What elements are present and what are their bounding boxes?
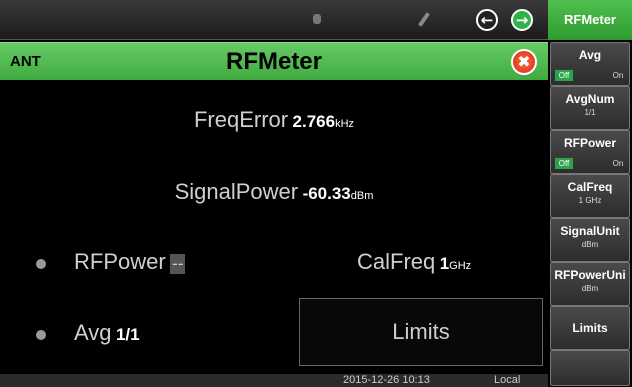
freq-error-row: FreqError 2.766kHz: [0, 107, 548, 133]
cal-freq-label: CalFreq: [357, 249, 436, 274]
measurement-panel: FreqError 2.766kHz SignalPower -60.33dBm…: [0, 80, 548, 374]
rf-power-label: RFPower: [74, 249, 166, 274]
calfreq-softkey[interactable]: CalFreq 1 GHz: [550, 174, 630, 218]
toggle-off: Off: [555, 70, 573, 81]
softkey-value: 1 GHz: [578, 196, 602, 205]
signal-power-value: -60.33: [302, 184, 351, 203]
control-mode: Local: [494, 374, 521, 386]
softkey-value: 1/1: [584, 108, 596, 117]
freq-error-value: 2.766: [292, 112, 336, 131]
softkey-value: dBm: [581, 284, 599, 293]
rfpower-toggle[interactable]: Off On: [555, 158, 627, 169]
pen-icon: [415, 11, 433, 29]
datetime: 2015-12-26 10:13: [343, 374, 430, 386]
avg-softkey[interactable]: Avg Off On: [550, 42, 630, 86]
cal-freq-row: CalFreq 1GHz: [357, 249, 471, 275]
usb-icon: [308, 11, 326, 29]
limits-softkey[interactable]: Limits: [550, 306, 630, 350]
avg-label: Avg: [74, 320, 112, 345]
softkey-label: SignalUnit: [560, 224, 620, 238]
forward-arrow-icon[interactable]: →: [511, 9, 533, 31]
rf-power-value: --: [170, 254, 186, 274]
cal-freq-unit: GHz: [449, 260, 472, 272]
rf-power-row: RFPower --: [74, 249, 186, 275]
freq-error-label: FreqError: [193, 107, 289, 132]
avg-toggle[interactable]: Off On: [555, 70, 627, 81]
menu-title: RFMeter: [548, 0, 632, 40]
softkey-label: RFPowerUni: [554, 268, 626, 282]
toggle-on: On: [612, 159, 624, 168]
softkey-label: AvgNum: [565, 92, 615, 106]
page-title: RFMeter: [225, 48, 322, 75]
rfpower-softkey[interactable]: RFPower Off On: [550, 130, 630, 174]
softkey-label: Limits: [572, 321, 608, 335]
softkey-menu: RFMeter Avg Off On AvgNum 1/1 RFPower Of…: [548, 0, 632, 387]
softkey-label: CalFreq: [567, 180, 613, 194]
softkey-label: Avg: [578, 48, 602, 62]
freq-error-unit: kHz: [335, 118, 355, 130]
close-icon[interactable]: ✖: [511, 49, 537, 75]
bullet-icon: [36, 330, 46, 340]
rfpowerunit-softkey[interactable]: RFPowerUni dBm: [550, 262, 630, 306]
cal-freq-value: 1: [439, 254, 450, 273]
avgnum-softkey[interactable]: AvgNum 1/1: [550, 86, 630, 130]
toggle-off: Off: [555, 158, 573, 169]
softkey-label: RFPower: [563, 136, 616, 150]
bottom-status-bar: 2015-12-26 10:13 Local: [0, 374, 548, 387]
signal-power-unit: dBm: [350, 190, 374, 202]
signal-power-label: SignalPower: [174, 179, 299, 204]
title-bar: ANT RFMeter ✖: [0, 42, 548, 80]
signalunit-softkey[interactable]: SignalUnit dBm: [550, 218, 630, 262]
bullet-icon: [36, 259, 46, 269]
avg-row: Avg 1/1: [74, 320, 140, 346]
empty-softkey[interactable]: [550, 350, 630, 386]
softkey-value: dBm: [581, 240, 599, 249]
back-arrow-icon[interactable]: ←: [476, 9, 498, 31]
top-status-bar: ← →: [0, 0, 548, 40]
avg-value: 1/1: [115, 325, 140, 344]
signal-power-row: SignalPower -60.33dBm: [0, 179, 548, 205]
limits-panel[interactable]: Limits: [299, 298, 543, 366]
toggle-on: On: [612, 71, 624, 80]
